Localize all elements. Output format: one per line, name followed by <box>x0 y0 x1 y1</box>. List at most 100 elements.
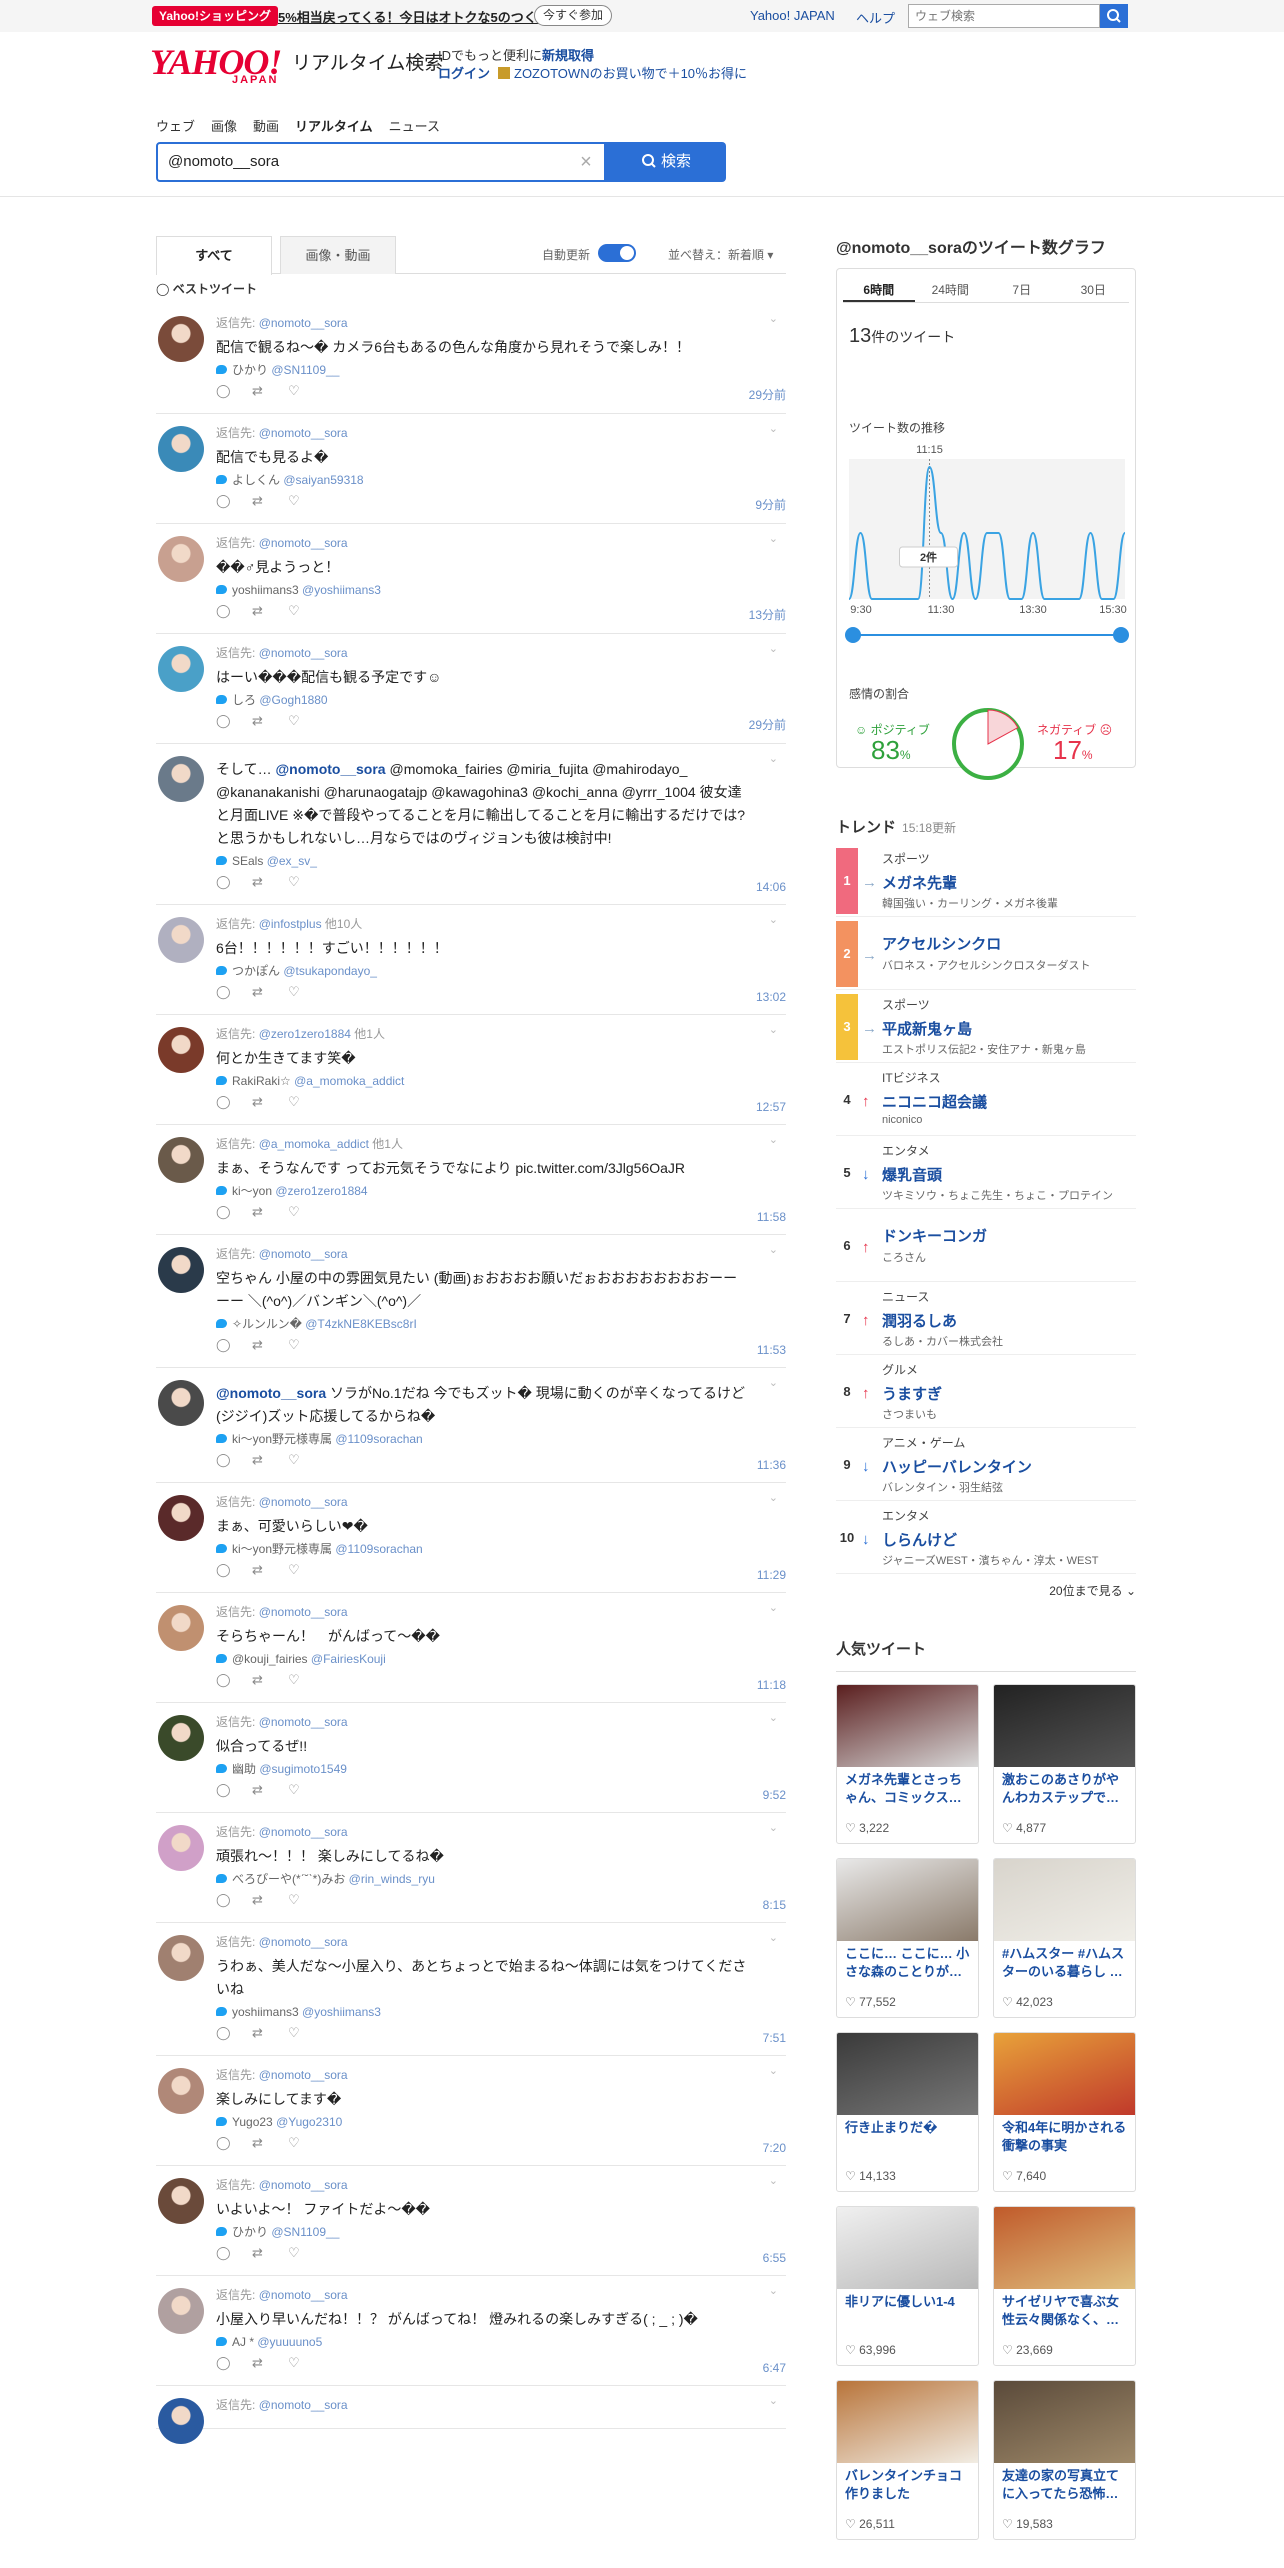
trend-word[interactable]: ニコニコ超会議 <box>882 1091 987 1112</box>
retweet-icon[interactable]: ⇄ <box>252 1337 263 1353</box>
tweet-author[interactable]: ひかり @SN1109__ <box>216 361 786 379</box>
range-tab-30d[interactable]: 30日 <box>1058 279 1130 302</box>
trend-word[interactable]: うますぎ <box>882 1383 942 1404</box>
range-slider-handle[interactable] <box>845 627 861 643</box>
tweet-item[interactable]: 返信先: @zero1zero1884 他1人 何とか生きてます笑� RakiRak… <box>156 1015 786 1125</box>
tweet-author[interactable]: よしくん @saiyan59318 <box>216 471 786 489</box>
tweet-image[interactable] <box>837 2033 978 2115</box>
reply-icon[interactable]: ◯ <box>216 1452 231 1468</box>
popular-tweet-card[interactable]: #ハムスター #ハムスターのいる暮らし … ♡ 42,023 <box>993 1858 1136 2018</box>
tweet-item[interactable]: 返信先: @nomoto__sora ��♂見ようっと！ yoshiimans3 @… <box>156 524 786 634</box>
avatar[interactable] <box>158 1247 204 1293</box>
tweet-author[interactable]: ki〜yon野元様専属 @1109sorachan <box>216 1430 786 1448</box>
tweet-item[interactable]: 返信先: @nomoto__sora 配信で観るね〜� カメラ6台もあるの色んな角… <box>156 304 786 414</box>
chevron-down-icon[interactable]: ⌄ <box>769 1023 778 1036</box>
site-title[interactable]: リアルタイム検索 <box>292 48 443 75</box>
tweet-item[interactable]: 返信先: @nomoto__sora ⌄ <box>156 2386 786 2444</box>
nav-image[interactable]: 画像 <box>211 116 237 135</box>
chevron-down-icon[interactable]: ⌄ <box>769 642 778 655</box>
avatar[interactable] <box>158 756 204 802</box>
trend-word[interactable]: ドンキーコンガ <box>882 1225 987 1246</box>
retweet-icon[interactable]: ⇄ <box>252 874 263 890</box>
tweet-time[interactable]: 11:18 <box>757 1678 786 1692</box>
tweet-time[interactable]: 11:36 <box>757 1458 786 1472</box>
trend-item[interactable]: 6 ↑ ドンキーコンガ ころさん <box>836 1209 1136 1282</box>
avatar[interactable] <box>158 316 204 362</box>
range-slider-handle[interactable] <box>1113 627 1129 643</box>
chevron-down-icon[interactable]: ⌄ <box>769 312 778 325</box>
help-link[interactable]: ヘルプ <box>856 8 895 27</box>
retweet-icon[interactable]: ⇄ <box>252 493 263 509</box>
range-tab-24h[interactable]: 24時間 <box>915 279 987 302</box>
like-icon[interactable]: ♡ <box>288 874 300 890</box>
tweet-time[interactable]: 7:51 <box>763 2031 786 2045</box>
shopping-badge[interactable]: Yahoo!ショッピング <box>152 6 279 26</box>
trend-item[interactable]: 5 エンタメ ↓ 爆乳音頭 ツキミソウ・ちょこ先生・ちょこ・プロテイン <box>836 1136 1136 1209</box>
tweet-author[interactable]: ki〜yon @zero1zero1884 <box>216 1182 786 1200</box>
avatar[interactable] <box>158 1137 204 1183</box>
retweet-icon[interactable]: ⇄ <box>252 1094 263 1110</box>
like-icon[interactable]: ♡ <box>288 2245 300 2261</box>
reply-target-link[interactable]: @nomoto__sora <box>259 1605 348 1619</box>
reply-target-link[interactable]: @nomoto__sora <box>259 2068 348 2082</box>
mention-link[interactable]: @nomoto__sora <box>216 1385 326 1401</box>
tweet-time[interactable]: 11:53 <box>757 1343 786 1357</box>
avatar[interactable] <box>158 646 204 692</box>
reply-target-link[interactable]: @nomoto__sora <box>259 536 348 550</box>
avatar[interactable] <box>158 426 204 472</box>
tweet-item[interactable]: 返信先: @nomoto__sora いよいよ〜！ ファイトだよ〜�� ひかり @S… <box>156 2166 786 2276</box>
tweet-author[interactable]: ki〜yon野元様専属 @1109sorachan <box>216 1540 786 1558</box>
tweet-image[interactable] <box>837 1685 978 1767</box>
reply-icon[interactable]: ◯ <box>216 383 231 399</box>
reply-target-link[interactable]: @nomoto__sora <box>259 426 348 440</box>
range-tab-6h[interactable]: 6時間 <box>843 279 915 302</box>
tweet-item[interactable]: 返信先: @nomoto__sora そらちゃーん！ がんばって～�� @kouji… <box>156 1593 786 1703</box>
reply-icon[interactable]: ◯ <box>216 1672 231 1688</box>
tweet-author[interactable]: つかぽん @tsukapondayo_ <box>216 962 786 980</box>
tweet-time[interactable]: 12:57 <box>756 1100 786 1114</box>
tweet-time[interactable]: 9:52 <box>763 1788 786 1802</box>
like-icon[interactable]: ♡ <box>288 1892 300 1908</box>
tweet-time[interactable]: 6:55 <box>763 2251 786 2265</box>
nav-news[interactable]: ニュース <box>389 116 440 135</box>
tweet-author[interactable]: ✧ルンルン� @T4zkNE8KEBsc8rI <box>216 1315 786 1333</box>
tweet-image[interactable] <box>837 1859 978 1941</box>
like-icon[interactable]: ♡ <box>288 603 300 619</box>
tweet-time[interactable]: 7:20 <box>763 2141 786 2155</box>
reply-icon[interactable]: ◯ <box>216 493 231 509</box>
tweet-time[interactable]: 29分前 <box>749 716 786 733</box>
chevron-down-icon[interactable]: ⌄ <box>769 2174 778 2187</box>
tweet-item[interactable]: 返信先: @a_momoka_addict 他1人 まぁ、そうなんです ってお元気… <box>156 1125 786 1235</box>
tweet-item[interactable]: @nomoto__sora ソラがNo.1だね 今でもズット� 現場に動くのが辛… <box>156 1368 786 1483</box>
trend-word[interactable]: ハッピーバレンタイン <box>882 1456 1032 1477</box>
tweet-author[interactable]: @kouji_fairies @FairiesKouji <box>216 1650 786 1668</box>
retweet-icon[interactable]: ⇄ <box>252 2245 263 2261</box>
zozo-link[interactable]: ZOZOTOWNのお買い物で＋10％お得に <box>498 63 747 82</box>
login-link[interactable]: ログイン <box>438 63 490 82</box>
tweet-author[interactable]: yoshiimans3 @yoshiimans3 <box>216 581 786 599</box>
tweet-time[interactable]: 29分前 <box>749 386 786 403</box>
nav-realtime[interactable]: リアルタイム <box>295 116 373 135</box>
chevron-down-icon[interactable]: ⌄ <box>769 1931 778 1944</box>
chevron-down-icon[interactable]: ⌄ <box>769 2064 778 2077</box>
tweet-image[interactable] <box>994 1859 1135 1941</box>
nav-web[interactable]: ウェブ <box>156 116 195 135</box>
reply-target-link[interactable]: @a_momoka_addict <box>259 1137 369 1151</box>
trend-item[interactable]: 8 グルメ ↑ うますぎ さつまいも <box>836 1355 1136 1428</box>
trend-item[interactable]: 1 スポーツ → メガネ先輩 韓国強い・カーリング・メガネ後輩 <box>836 844 1136 917</box>
avatar[interactable] <box>158 1380 204 1426</box>
avatar[interactable] <box>158 2398 204 2444</box>
retweet-icon[interactable]: ⇄ <box>252 1672 263 1688</box>
tweet-time[interactable]: 13分前 <box>749 606 786 623</box>
avatar[interactable] <box>158 917 204 963</box>
like-icon[interactable]: ♡ <box>288 2135 300 2151</box>
chevron-down-icon[interactable]: ⌄ <box>769 1243 778 1256</box>
tweet-author[interactable]: RakiRaki☆ @a_momoka_addict <box>216 1072 786 1090</box>
avatar[interactable] <box>158 2288 204 2334</box>
tweet-author[interactable]: べろぴーや(*ˊ˘ˋ*)みお @rin_winds_ryu <box>216 1870 786 1888</box>
chevron-down-icon[interactable]: ⌄ <box>769 2284 778 2297</box>
reply-target-link[interactable]: @infostplus <box>259 917 322 931</box>
tweet-author[interactable]: AJ * @yuuuuno5 <box>216 2333 786 2351</box>
tweet-author[interactable]: しろ @Gogh1880 <box>216 691 786 709</box>
tweet-time[interactable]: 9分前 <box>755 496 786 513</box>
